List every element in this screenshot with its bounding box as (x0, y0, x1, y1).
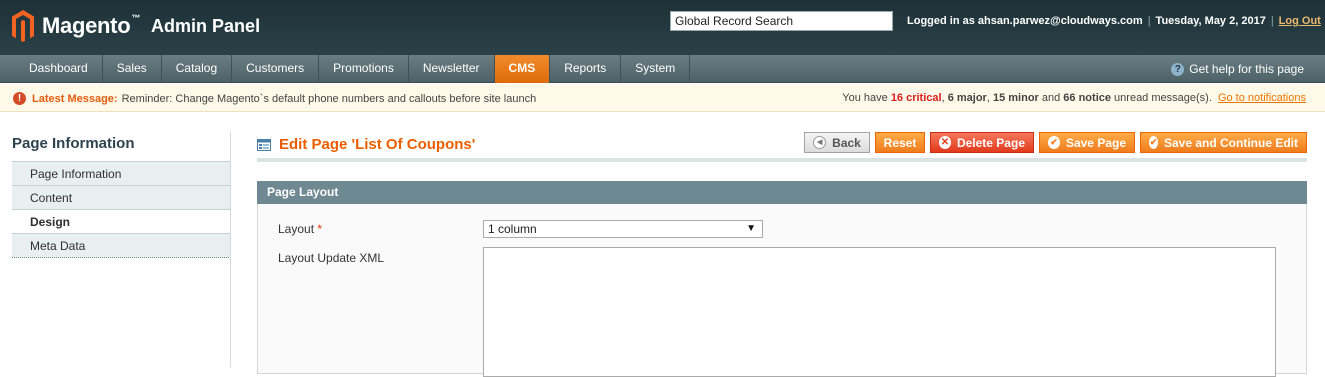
reset-button-label: Reset (883, 135, 917, 150)
magento-logo[interactable]: Magento™ Admin Panel (12, 10, 260, 42)
go-to-notifications-link[interactable]: Go to notifications (1218, 92, 1306, 104)
back-arrow-icon: ◀ (813, 136, 827, 149)
logo-text: Magento™ (42, 13, 141, 38)
save-page-button[interactable]: ✔ Save Page (1039, 132, 1135, 153)
tab-content[interactable]: Content (12, 185, 231, 210)
logout-link[interactable]: Log Out (1279, 15, 1321, 27)
layout-select[interactable]: 1 column ▼ (483, 220, 763, 238)
tab-page-information[interactable]: Page Information (12, 161, 231, 186)
heading-divider (257, 158, 1307, 162)
nav-item-catalog[interactable]: Catalog (162, 55, 233, 83)
latest-message-text: Reminder: Change Magento`s default phone… (121, 92, 537, 105)
nav-item-promotions[interactable]: Promotions (319, 55, 409, 83)
reset-button[interactable]: Reset (875, 132, 925, 153)
dropdown-arrow-icon: ▼ (746, 223, 756, 234)
critical-count: 16 critical (890, 92, 942, 104)
layout-select-value: 1 column (488, 222, 537, 236)
nav-item-sales[interactable]: Sales (103, 55, 162, 83)
help-icon: ? (1171, 62, 1185, 76)
column-divider (230, 132, 231, 367)
header-user-info: Logged in as ahsan.parwez@cloudways.com |… (907, 15, 1321, 27)
admin-header: Magento™ Admin Panel Global Record Searc… (0, 0, 1325, 55)
delete-page-button[interactable]: ✕ Delete Page (930, 132, 1034, 153)
page-grid-icon (257, 138, 271, 151)
nav-item-newsletter[interactable]: Newsletter (409, 55, 495, 83)
save-and-continue-button[interactable]: ✔ Save and Continue Edit (1140, 132, 1307, 153)
minor-count: 15 minor (992, 92, 1039, 104)
checkmark-icon: ✔ (1149, 136, 1158, 149)
page-title: Edit Page 'List Of Coupons' (279, 136, 476, 153)
delete-x-icon: ✕ (939, 136, 951, 149)
nav-item-cms[interactable]: CMS (494, 55, 551, 83)
back-button[interactable]: ◀ Back (804, 132, 870, 153)
major-count: 6 major (947, 92, 987, 104)
nav-item-customers[interactable]: Customers (232, 55, 320, 83)
layout-update-xml-label: Layout Update XML (278, 251, 385, 265)
tab-meta-data[interactable]: Meta Data (12, 233, 231, 258)
nav-item-dashboard[interactable]: Dashboard (15, 55, 103, 83)
latest-message-label: Latest Message: (32, 92, 118, 105)
save-and-continue-button-label: Save and Continue Edit (1163, 135, 1298, 150)
summary-suffix: unread message(s). (1114, 92, 1212, 104)
save-page-button-label: Save Page (1065, 135, 1126, 150)
separator: | (1270, 15, 1274, 27)
separator: | (1147, 15, 1151, 27)
notification-bar: ! Latest Message: Reminder: Change Magen… (0, 84, 1325, 112)
tab-design[interactable]: Design (12, 209, 231, 234)
help-label: Get help for this page (1189, 62, 1304, 76)
summary-prefix: You have (842, 92, 888, 104)
date-text: Tuesday, May 2, 2017 (1155, 15, 1266, 27)
layout-update-xml-textarea[interactable] (483, 247, 1276, 377)
nav-item-reports[interactable]: Reports (550, 55, 622, 83)
global-search-input[interactable]: Global Record Search (670, 11, 893, 31)
magento-logo-icon (12, 10, 34, 42)
logged-in-text: Logged in as ahsan.parwez@cloudways.com (907, 15, 1143, 27)
help-link[interactable]: ? Get help for this page (1171, 62, 1304, 76)
sidebar-tabs: Page Information Content Design Meta Dat… (12, 161, 231, 258)
notification-summary: You have 16 critical, 6 major, 15 minor … (842, 92, 1306, 104)
notice-count: 66 notice (1063, 92, 1111, 104)
required-marker: * (317, 222, 323, 236)
back-button-label: Back (832, 135, 861, 150)
delete-page-button-label: Delete Page (956, 135, 1025, 150)
nav-item-system[interactable]: System (621, 55, 691, 83)
checkmark-icon: ✔ (1048, 136, 1060, 149)
logo-subtitle: Admin Panel (151, 15, 261, 36)
page-layout-section-header: Page Layout (257, 181, 1307, 204)
warning-icon: ! (13, 92, 26, 105)
layout-label-text: Layout (278, 222, 315, 236)
sidebar-title: Page Information (12, 135, 135, 152)
main-nav: Dashboard Sales Catalog Customers Promot… (0, 55, 1325, 83)
page-heading: Edit Page 'List Of Coupons' (257, 136, 475, 153)
latest-message: ! Latest Message: Reminder: Change Magen… (13, 92, 536, 105)
layout-label: Layout * (278, 222, 322, 236)
